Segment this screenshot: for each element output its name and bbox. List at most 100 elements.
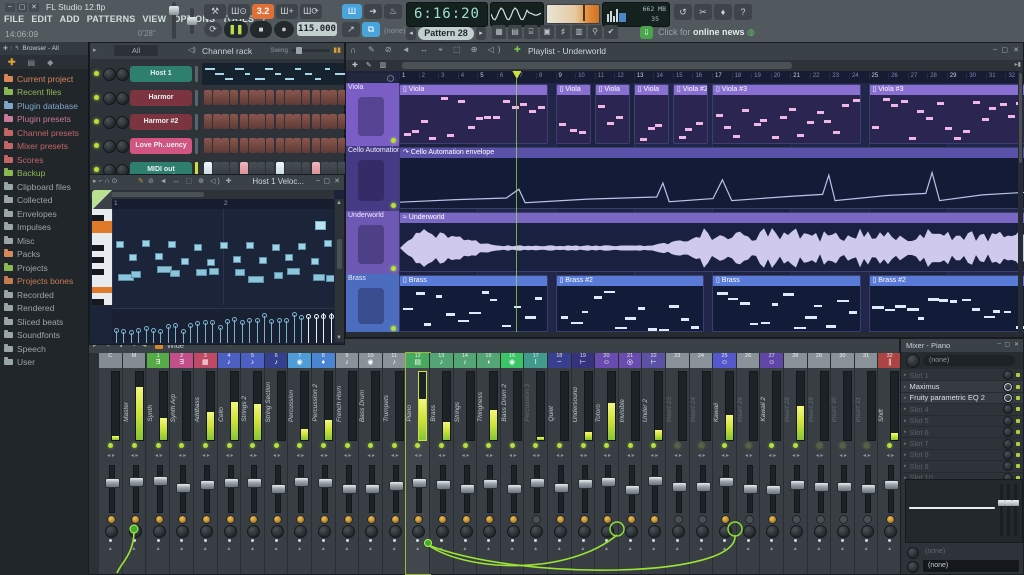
- fader-handle[interactable]: [719, 477, 735, 488]
- route-arrow[interactable]: ▴: [99, 545, 122, 552]
- fx-enable-lamp[interactable]: [461, 515, 471, 524]
- velocity-head[interactable]: [262, 313, 267, 319]
- pr-note[interactable]: [324, 240, 332, 248]
- route-arrow[interactable]: ▴: [359, 545, 382, 552]
- velocity-head[interactable]: [284, 317, 290, 323]
- pr-tool-icons2[interactable]: ⊘ ◄ ↔ ⬚ ⊕ ◁) ✚: [148, 177, 234, 185]
- fader-handle[interactable]: [200, 479, 215, 490]
- strip-header[interactable]: C: [99, 353, 122, 368]
- strip-mute-led[interactable]: [368, 443, 374, 448]
- velocity-head[interactable]: [173, 323, 179, 329]
- strip-header[interactable]: 4 ♪: [217, 353, 241, 368]
- blend-notes-toggle[interactable]: Ш+: [276, 4, 298, 19]
- pan-control[interactable]: ◂ ▸: [621, 452, 641, 462]
- aux-send-knob[interactable]: [152, 525, 166, 538]
- plugin-slot-7[interactable]: ▸ Slot 7: [901, 438, 1023, 450]
- volume-fader[interactable]: [672, 465, 687, 513]
- strip-header[interactable]: 16 ◉: [500, 353, 524, 368]
- strip-mute-led[interactable]: [887, 443, 893, 448]
- aux-send-knob[interactable]: [247, 525, 261, 538]
- channel-preview[interactable]: [202, 63, 345, 85]
- aux-send-knob[interactable]: [128, 525, 142, 538]
- strip-header[interactable]: 11 ♪: [382, 353, 406, 368]
- velocity-stem[interactable]: [227, 322, 228, 343]
- strip-header[interactable]: 24: [689, 353, 713, 368]
- strip-header[interactable]: 25 ☺: [713, 353, 736, 368]
- mixer-strip-percussion-2[interactable]: 8 ♦ Percussion 2 ◂ ▸ ▴: [312, 353, 336, 574]
- velocity-head[interactable]: [269, 319, 275, 325]
- route-arrow[interactable]: ▴: [572, 545, 595, 552]
- track-mute-led[interactable]: [391, 266, 396, 271]
- route-arrow[interactable]: ▴: [855, 545, 878, 552]
- playlist-toggle[interactable]: ▣: [540, 25, 554, 39]
- aux-send-knob[interactable]: [766, 525, 780, 538]
- strip-header[interactable]: 31: [854, 353, 878, 368]
- bell-icon[interactable]: ♨: [384, 4, 402, 19]
- fader-handle[interactable]: [577, 479, 593, 490]
- volume-fader[interactable]: [128, 465, 144, 513]
- fader-handle[interactable]: [530, 478, 546, 489]
- menu-add[interactable]: ADD: [60, 14, 80, 27]
- slot-enable-led[interactable]: [1016, 407, 1020, 412]
- fader-handle[interactable]: [766, 484, 782, 495]
- route-arrow[interactable]: ▴: [666, 545, 689, 552]
- input-source-select[interactable]: (none): [923, 355, 1015, 366]
- aux-send-knob[interactable]: [624, 525, 638, 538]
- strip-mute-led[interactable]: [769, 443, 775, 448]
- fx-enable-lamp[interactable]: [485, 515, 495, 524]
- track-mute-led[interactable]: [391, 326, 396, 331]
- velocity-head[interactable]: [121, 329, 127, 335]
- fader-handle[interactable]: [672, 482, 687, 493]
- pan-control[interactable]: ◂ ▸: [432, 452, 452, 462]
- channel-button[interactable]: Love Ph..uency: [130, 138, 192, 154]
- mixer-toggle[interactable]: ♯: [556, 25, 570, 39]
- pr-note[interactable]: [220, 241, 228, 249]
- channel-led[interactable]: [94, 95, 99, 100]
- fader-handle[interactable]: [790, 479, 805, 490]
- route-arrow[interactable]: ▴: [454, 545, 477, 552]
- aux-send-knob[interactable]: [341, 525, 355, 538]
- step-cell[interactable]: [229, 90, 238, 105]
- browser-tab-files[interactable]: ▤: [28, 58, 36, 67]
- volume-fader[interactable]: [648, 465, 664, 513]
- aux-send-knob[interactable]: [270, 525, 284, 538]
- step-sequencer[interactable]: [202, 135, 346, 157]
- aux-send-knob[interactable]: [105, 525, 118, 538]
- pr-close-button[interactable]: ✕: [334, 177, 340, 185]
- mixer-strip-percussion-3[interactable]: 17 I Percussion 3 ◂ ▸ ▴: [524, 353, 548, 574]
- pr-note[interactable]: [274, 272, 283, 280]
- pr-note[interactable]: [170, 269, 180, 277]
- velocity-head[interactable]: [195, 321, 201, 327]
- volume-fader[interactable]: [530, 465, 546, 513]
- step-sequencer[interactable]: [202, 87, 346, 109]
- aux-send-knob[interactable]: [294, 525, 308, 538]
- step-cell[interactable]: [221, 138, 230, 153]
- velocity-stem[interactable]: [190, 326, 191, 343]
- mixer-strip-strings[interactable]: 14 ♪ Strings ◂ ▸ ▴: [453, 353, 478, 574]
- step-cell[interactable]: [240, 114, 248, 129]
- slot-enable-led[interactable]: [1016, 430, 1020, 435]
- track-header[interactable]: Cello Automation: [346, 146, 399, 211]
- undo-button[interactable]: ↺: [674, 4, 692, 20]
- step-cell[interactable]: [257, 138, 266, 153]
- menu-file[interactable]: FILE: [4, 14, 24, 27]
- velocity-head[interactable]: [254, 317, 260, 323]
- oscilloscope[interactable]: [490, 2, 544, 27]
- mixer-strip-master[interactable]: M Master ◂ ▸ ▴: [122, 353, 147, 574]
- fader-handle[interactable]: [884, 479, 900, 490]
- touch-toggle[interactable]: ✔: [604, 25, 618, 39]
- strip-header[interactable]: 13 ♪: [430, 353, 453, 368]
- volume-fader[interactable]: [483, 465, 499, 513]
- velocity-head[interactable]: [321, 314, 327, 319]
- pp-close-button[interactable]: ✕: [1014, 341, 1019, 348]
- volume-fader[interactable]: [601, 465, 617, 513]
- strip-header[interactable]: 20 ☺: [595, 353, 618, 368]
- fx-enable-lamp[interactable]: [508, 515, 518, 524]
- fx-enable-lamp[interactable]: [862, 515, 872, 524]
- pl-scroll-right[interactable]: ▸▮: [1015, 61, 1021, 68]
- route-arrow[interactable]: ▴: [878, 545, 901, 552]
- aux-send-knob[interactable]: [695, 525, 709, 538]
- step-cell[interactable]: [329, 90, 338, 105]
- pr-note[interactable]: [209, 268, 219, 276]
- pan-control[interactable]: ◂ ▸: [385, 452, 405, 462]
